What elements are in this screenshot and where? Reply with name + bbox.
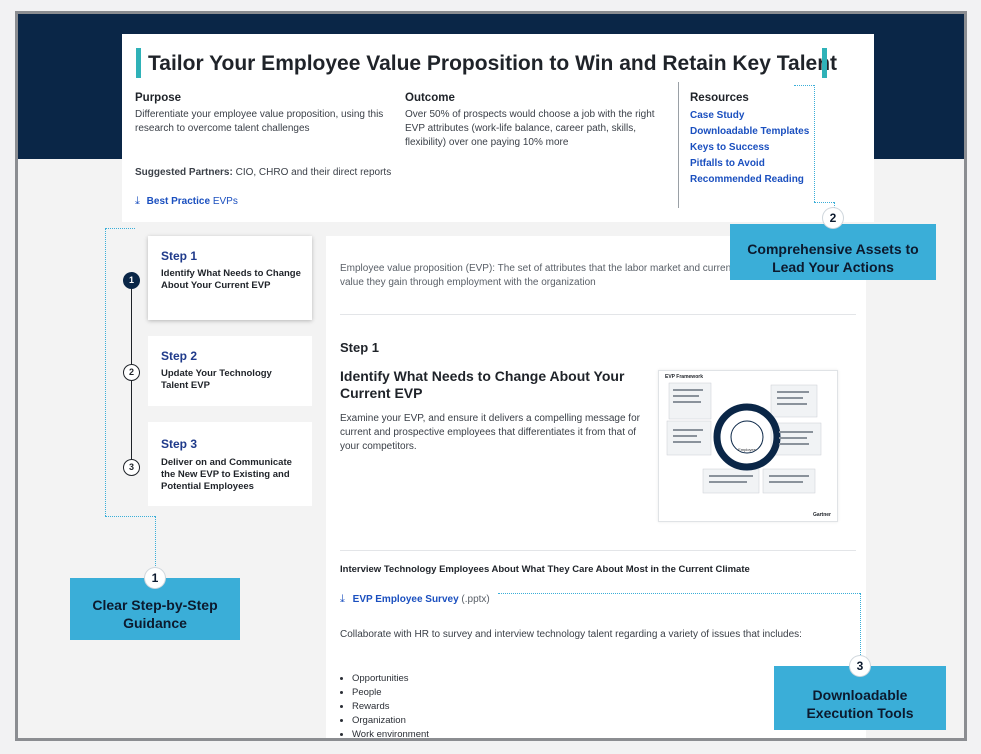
callout-3-badge: 3	[850, 656, 870, 676]
partners-text: CIO, CHRO and their direct reports	[235, 167, 392, 178]
divider-middle	[340, 550, 856, 551]
best-practice-suffix: EVPs	[212, 196, 238, 207]
list-item: People	[352, 686, 429, 700]
resource-case-study[interactable]: Case Study	[690, 110, 744, 121]
suggested-partners: Suggested Partners: CIO, CHRO and their …	[135, 166, 391, 180]
step-1-card[interactable]: Step 1 Identify What Needs to Change Abo…	[148, 236, 312, 320]
resources-label: Resources	[690, 92, 749, 104]
best-practice-link[interactable]: Best Practice	[147, 196, 210, 207]
step-1-title: Step 1	[161, 249, 198, 263]
list-item: Rewards	[352, 700, 429, 714]
callout-2-box: Comprehensive Assets to Lead Your Action…	[730, 224, 936, 280]
content-step-label: Step 1	[340, 340, 380, 355]
resources-divider	[678, 82, 679, 208]
page-title: Tailor Your Employee Value Proposition t…	[148, 52, 838, 75]
resource-pitfalls-to-avoid[interactable]: Pitfalls to Avoid	[690, 158, 765, 169]
step-3-marker: 3	[123, 459, 140, 476]
resource-keys-to-success[interactable]: Keys to Success	[690, 142, 770, 153]
download-icon: ⤓	[135, 195, 140, 207]
best-practice-row: ⤓ Best Practice EVPs	[135, 194, 238, 209]
step-2-desc: Update Your Technology Talent EVP	[161, 368, 272, 391]
step-3-title: Step 3	[161, 437, 198, 451]
callout-2-badge: 2	[823, 208, 843, 228]
framework-brand: Gartner	[812, 512, 831, 518]
list-item: Opportunities	[352, 672, 429, 686]
resource-recommended-reading[interactable]: Recommended Reading	[690, 174, 804, 185]
framework-center-label: Employee	[738, 447, 756, 452]
step-3-card[interactable]: Step 3 Deliver on and Communicate the Ne…	[148, 422, 312, 506]
callout-1-text: Clear Step-by-Step Guidance	[92, 597, 218, 631]
callout-3-connector	[498, 593, 860, 594]
step-2-marker: 2	[123, 364, 140, 381]
callout-1-connector-top	[105, 228, 135, 229]
topic-list: Opportunities People Rewards Organizatio…	[340, 672, 429, 738]
callout-2-connector-top	[794, 85, 814, 86]
evp-framework-image[interactable]: EVP Framework Employee Gartner	[658, 370, 838, 522]
survey-link[interactable]: EVP Employee Survey	[353, 594, 459, 605]
callout-2-connector-bottom	[814, 202, 834, 203]
screenshot-frame: Tailor Your Employee Value Proposition t…	[15, 11, 967, 741]
callout-1-connector-bottom	[105, 516, 155, 517]
outcome-text: Over 50% of prospects would choose a job…	[405, 109, 655, 148]
callout-1-connector-down	[155, 516, 156, 576]
purpose-text: Differentiate your employee value propos…	[135, 109, 384, 134]
survey-ext: (.pptx)	[461, 594, 490, 605]
purpose-label: Purpose	[135, 92, 182, 104]
content-heading: Identify What Needs to Change About Your…	[340, 368, 625, 401]
callout-1-badge: 1	[145, 568, 165, 588]
step-3-desc: Deliver on and Communicate the New EVP t…	[161, 457, 292, 492]
survey-row: ⤓ EVP Employee Survey (.pptx)	[340, 592, 490, 607]
title-accent-left	[136, 48, 141, 78]
step-2-title: Step 2	[161, 349, 198, 363]
title-accent-right	[822, 48, 827, 78]
collaborate-text: Collaborate with HR to survey and interv…	[340, 629, 802, 640]
download-icon: ⤓	[340, 593, 345, 605]
content-body: Examine your EVP, and ensure it delivers…	[340, 413, 640, 452]
resource-downloadable-templates[interactable]: Downloadable Templates	[690, 126, 809, 137]
callout-2-connector	[814, 85, 815, 202]
framework-diagram	[666, 382, 822, 494]
list-item: Organization	[352, 714, 429, 728]
step-2-card[interactable]: Step 2 Update Your Technology Talent EVP	[148, 336, 312, 406]
list-item: Work environment	[352, 728, 429, 738]
callout-1-connector	[105, 228, 106, 516]
outcome-label: Outcome	[405, 92, 455, 104]
interview-heading: Interview Technology Employees About Wha…	[340, 564, 750, 575]
divider-top	[340, 314, 856, 315]
callout-3-text: Downloadable Execution Tools	[806, 687, 914, 721]
hero-card: Tailor Your Employee Value Proposition t…	[122, 34, 874, 222]
callout-3-connector-down	[860, 593, 861, 659]
step-1-desc: Identify What Needs to Change About Your…	[161, 268, 301, 291]
step-1-marker: 1	[123, 272, 140, 289]
partners-label: Suggested Partners:	[135, 167, 233, 178]
callout-2-text: Comprehensive Assets to Lead Your Action…	[747, 241, 919, 275]
